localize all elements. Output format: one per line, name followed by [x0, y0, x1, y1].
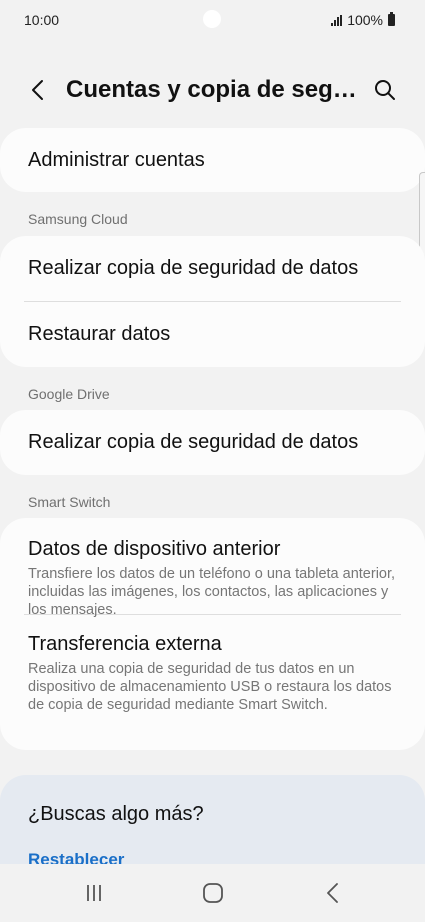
search-button[interactable] — [369, 74, 401, 106]
manage-accounts-item[interactable]: Administrar cuentas — [0, 128, 425, 192]
external-transfer-description: Realiza una copia de seguridad de tus da… — [28, 661, 392, 713]
section-label-samsung-cloud: Samsung Cloud — [28, 211, 128, 227]
screen: 10:00 100% Cuentas y copia de segur... A… — [0, 0, 425, 922]
google-drive-backup-label: Realizar copia de seguridad de datos — [28, 431, 359, 453]
nav-back-button[interactable] — [313, 878, 353, 908]
navigation-bar — [0, 864, 425, 922]
accounts-card: Administrar cuentas — [0, 128, 425, 192]
external-transfer-title: Transferencia externa — [28, 633, 222, 655]
restore-data-label: Restaurar datos — [28, 323, 171, 345]
previous-device-item[interactable]: Datos de dispositivo anterior Transfiere… — [0, 518, 425, 618]
battery-percent: 100% — [347, 12, 383, 28]
looking-for-more-title: ¿Buscas algo más? — [28, 803, 204, 825]
back-button[interactable] — [22, 74, 54, 106]
back-icon — [327, 883, 338, 903]
google-drive-backup-item[interactable]: Realizar copia de seguridad de datos — [0, 410, 425, 475]
home-icon — [203, 883, 223, 903]
status-time: 10:00 — [24, 12, 60, 28]
previous-device-description: Transfiere los datos de un teléfono o un… — [28, 566, 396, 618]
external-transfer-item[interactable]: Transferencia externa Realiza una copia … — [0, 615, 425, 731]
restore-data-item[interactable]: Restaurar datos — [0, 302, 425, 367]
previous-device-title: Datos de dispositivo anterior — [28, 538, 281, 560]
samsung-cloud-backup-item[interactable]: Realizar copia de seguridad de datos — [0, 236, 425, 301]
recents-icon — [87, 885, 101, 901]
signal-icon — [331, 14, 343, 26]
recents-button[interactable] — [74, 878, 114, 908]
search-icon — [375, 80, 395, 100]
camera-cutout — [203, 10, 221, 28]
battery-icon — [388, 12, 395, 26]
section-label-google-drive: Google Drive — [28, 386, 110, 402]
looking-for-more-card: ¿Buscas algo más? Restablecer — [0, 775, 425, 870]
home-button[interactable] — [193, 878, 233, 908]
smart-switch-card: Datos de dispositivo anterior Transfiere… — [0, 518, 425, 750]
page-title: Cuentas y copia de segur... — [66, 76, 366, 103]
app-header: Cuentas y copia de segur... — [0, 66, 425, 114]
samsung-cloud-backup-label: Realizar copia de seguridad de datos — [28, 257, 359, 279]
chevron-left-icon — [32, 80, 43, 100]
status-indicators: 100% — [331, 12, 395, 28]
samsung-cloud-card: Realizar copia de seguridad de datos Res… — [0, 236, 425, 367]
google-drive-card: Realizar copia de seguridad de datos — [0, 410, 425, 475]
section-label-smart-switch: Smart Switch — [28, 494, 111, 510]
status-bar: 10:00 100% — [0, 0, 425, 40]
manage-accounts-label: Administrar cuentas — [28, 148, 205, 171]
